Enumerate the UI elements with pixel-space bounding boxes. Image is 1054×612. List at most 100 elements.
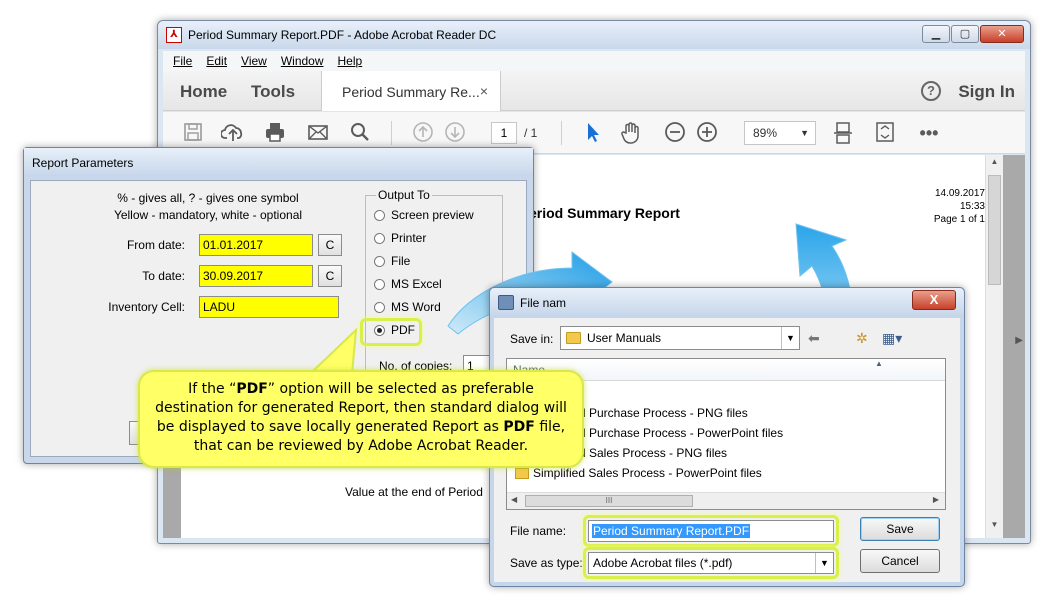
print-icon[interactable] xyxy=(263,121,287,145)
folder-icon xyxy=(566,332,581,344)
radio-icon xyxy=(374,301,385,313)
page-down-icon[interactable] xyxy=(443,121,467,145)
horizontal-scrollbar[interactable]: ◀ III ▶ xyxy=(507,492,945,509)
dialog-app-icon xyxy=(498,295,514,310)
menu-view[interactable]: View xyxy=(241,54,267,68)
from-date-label: From date: xyxy=(126,238,185,252)
zoom-select[interactable]: 89% ▼ xyxy=(744,121,816,145)
back-arrow-icon[interactable]: ⬅ xyxy=(808,330,820,347)
sign-in-link[interactable]: Sign In xyxy=(958,82,1015,102)
radio-icon xyxy=(374,232,385,244)
scroll-up-icon[interactable]: ▲ xyxy=(986,157,1003,173)
inventory-cell-input[interactable]: LADU xyxy=(199,296,339,318)
toolbar-separator xyxy=(561,121,562,145)
save-in-label: Save in: xyxy=(510,332,554,346)
menu-help[interactable]: Help xyxy=(338,54,363,68)
tab-close-icon[interactable]: × xyxy=(480,83,488,99)
radio-label: Printer xyxy=(391,231,427,245)
close-icon[interactable]: X xyxy=(912,290,956,310)
from-date-input[interactable]: 01.01.2017 xyxy=(199,234,313,256)
nav-tools[interactable]: Tools xyxy=(251,82,295,102)
inventory-cell-label: Inventory Cell: xyxy=(108,300,185,314)
hand-tool-icon[interactable] xyxy=(619,121,643,145)
document-tab-label: Period Summary Re... xyxy=(342,84,480,100)
mail-icon[interactable] xyxy=(306,121,330,145)
radio-printer[interactable]: Printer xyxy=(374,231,426,245)
chevron-down-icon: ▼ xyxy=(781,327,799,349)
save-in-select[interactable]: User Manuals ▼ xyxy=(560,326,800,350)
radio-label: Screen preview xyxy=(391,208,474,222)
radio-label: File xyxy=(391,254,411,268)
help-icon[interactable]: ? xyxy=(921,81,941,101)
more-options-icon[interactable]: ••• xyxy=(917,121,941,145)
callout-line-2: destination for generated Report, then s… xyxy=(155,400,567,416)
radio-screen-preview[interactable]: Screen preview xyxy=(374,208,474,222)
radio-icon xyxy=(374,255,385,267)
acrobat-title: Period Summary Report.PDF - Adobe Acroba… xyxy=(188,28,497,42)
top-nav: Home Tools Period Summary Re... × ? Sign… xyxy=(163,71,1025,111)
menu-file[interactable]: File xyxy=(173,54,192,68)
pdf-app-icon: ⅄ xyxy=(166,27,182,43)
report-page: Page 1 of 1 xyxy=(933,214,985,225)
output-to-label: Output To xyxy=(376,188,432,202)
scroll-left-icon[interactable]: ◀ xyxy=(511,495,517,504)
menu-window[interactable]: Window xyxy=(281,54,324,68)
radio-icon xyxy=(374,209,385,221)
zoom-out-icon[interactable] xyxy=(663,121,687,145)
radio-ms-excel[interactable]: MS Excel xyxy=(374,277,442,291)
document-tab[interactable]: Period Summary Re... × xyxy=(321,71,501,111)
acrobat-titlebar: ⅄ Period Summary Report.PDF - Adobe Acro… xyxy=(158,21,1030,49)
callout-line-1: If the “PDF” option will be selected as … xyxy=(188,381,534,397)
page-total: / 1 xyxy=(524,126,538,140)
explanation-callout: If the “PDF” option will be selected as … xyxy=(138,370,584,468)
search-icon[interactable] xyxy=(348,121,372,145)
menubar: File Edit View Window Help xyxy=(163,51,1025,71)
vertical-scrollbar[interactable]: ▲ ▼ xyxy=(985,155,1003,538)
folder-icon xyxy=(515,467,529,479)
minimize-icon[interactable]: ▁ xyxy=(922,25,950,43)
fit-page-icon[interactable] xyxy=(831,121,855,145)
scroll-thumb[interactable]: III xyxy=(525,495,693,507)
cancel-button[interactable]: Cancel xyxy=(860,549,940,573)
view-menu-icon[interactable]: ▦▾ xyxy=(882,330,902,347)
radio-ms-word[interactable]: MS Word xyxy=(374,300,441,314)
from-date-clear-button[interactable]: C xyxy=(318,234,342,256)
save-dialog-titlebar: File nam X xyxy=(490,288,964,316)
scroll-right-icon[interactable]: ▶ xyxy=(933,495,939,504)
report-title: eriod Summary Report xyxy=(529,205,680,221)
save-as-type-label: Save as type: xyxy=(510,556,583,570)
save-in-value: User Manuals xyxy=(587,331,662,345)
page-up-icon[interactable] xyxy=(411,121,435,145)
radio-label: MS Excel xyxy=(391,277,442,291)
callout-line-3: be displayed to save locally generated R… xyxy=(156,419,566,435)
file-name-label: File name: xyxy=(510,524,567,538)
scroll-down-icon[interactable]: ▼ xyxy=(986,520,1003,536)
save-button[interactable]: Save xyxy=(860,517,940,541)
hint-line-2: Yellow - mandatory, white - optional xyxy=(113,208,303,222)
close-icon[interactable]: ✕ xyxy=(980,25,1024,43)
to-date-clear-button[interactable]: C xyxy=(318,265,342,287)
select-cursor-icon[interactable] xyxy=(581,121,605,145)
save-icon[interactable] xyxy=(181,121,205,145)
file-name-highlight xyxy=(583,515,839,547)
to-date-input[interactable]: 30.09.2017 xyxy=(199,265,313,287)
window-controls: ▁ ▢ ✕ xyxy=(922,25,1024,43)
page-number-input[interactable]: 1 xyxy=(491,122,517,144)
save-dialog-title: File nam xyxy=(520,296,567,310)
zoom-value: 89% xyxy=(753,126,778,140)
zoom-in-icon[interactable] xyxy=(695,121,719,145)
nav-home[interactable]: Home xyxy=(180,82,227,102)
maximize-icon[interactable]: ▢ xyxy=(951,25,979,43)
menu-edit[interactable]: Edit xyxy=(206,54,227,68)
new-folder-icon[interactable]: ✲ xyxy=(856,330,868,347)
upload-cloud-icon[interactable] xyxy=(220,121,245,145)
scroll-thumb[interactable] xyxy=(988,175,1001,285)
report-time: 15:33 xyxy=(959,201,985,212)
full-screen-icon[interactable] xyxy=(873,121,897,145)
side-panel-toggle-icon[interactable]: ▶ xyxy=(1015,335,1023,346)
report-meta: 14.09.2017 15:33 Page 1 of 1 xyxy=(934,187,985,226)
value-end-label: Value at the end of Period xyxy=(345,485,483,499)
radio-icon xyxy=(374,278,385,290)
radio-file[interactable]: File xyxy=(374,254,410,268)
report-date: 14.09.2017 xyxy=(934,188,985,199)
